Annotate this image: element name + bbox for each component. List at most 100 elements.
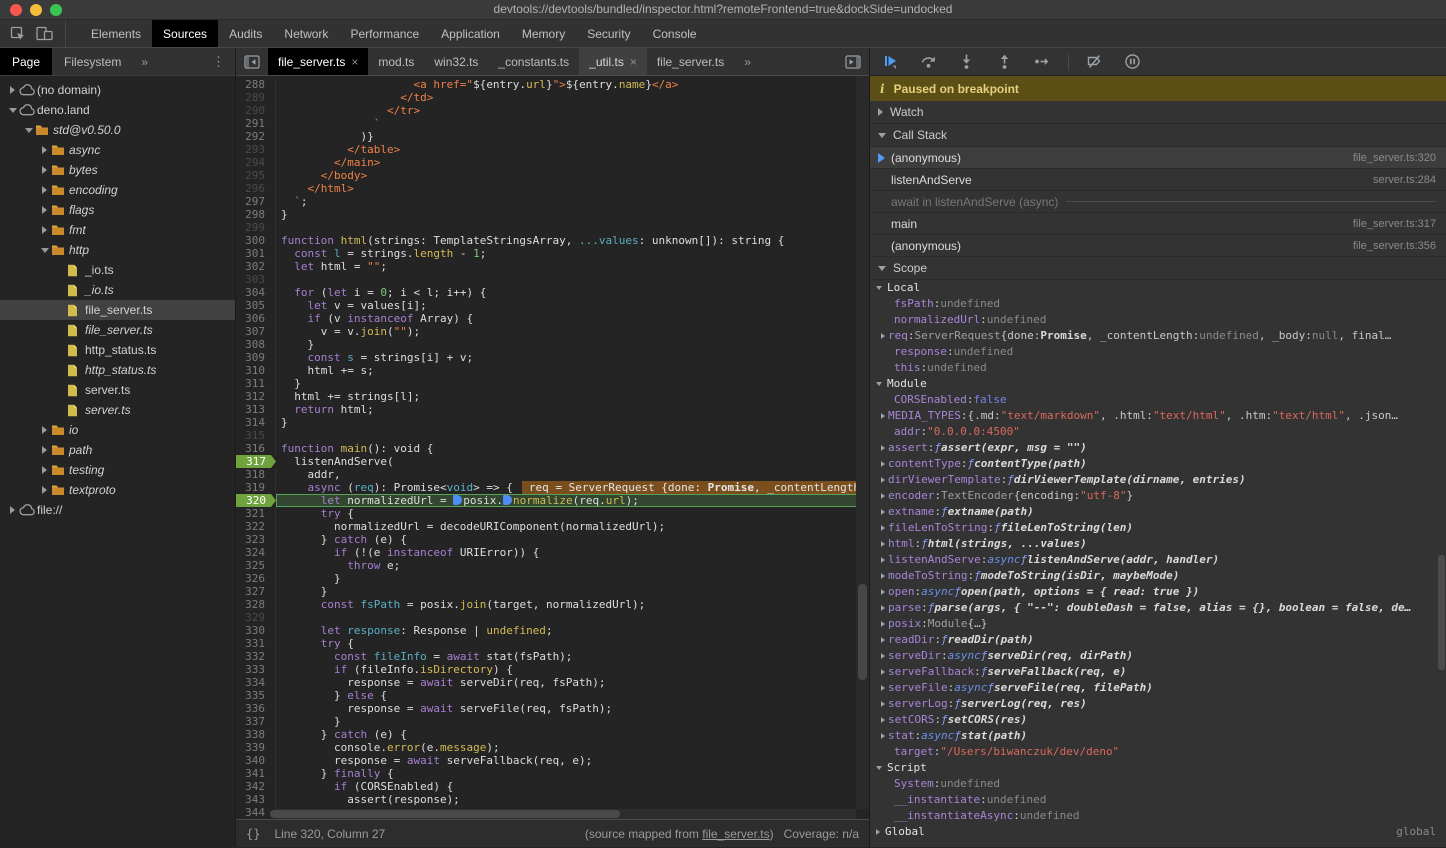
scope-var-MEDIA_TYPES[interactable]: MEDIA_TYPES: {.md: "text/markdown", .htm…	[870, 408, 1446, 424]
chevron-right-icon[interactable]	[42, 446, 47, 454]
line-number-318[interactable]: 318	[236, 468, 276, 481]
editor-vscroll-track[interactable]	[856, 76, 869, 809]
scope-var-serveDir[interactable]: serveDir: async ƒ serveDir(req, dirPath)	[870, 648, 1446, 664]
tree-item-http-status.ts[interactable]: http_status.ts	[0, 360, 235, 380]
line-text-316[interactable]: function main(): void {	[276, 442, 869, 455]
line-text-295[interactable]: </body>	[276, 169, 869, 182]
line-text-326[interactable]: }	[276, 572, 869, 585]
line-text-327[interactable]: }	[276, 585, 869, 598]
expand-icon[interactable]	[881, 669, 885, 675]
step-over-icon[interactable]	[920, 53, 937, 70]
scope-var-html[interactable]: html: ƒ html(strings, ...values)	[870, 536, 1446, 552]
step-out-icon[interactable]	[996, 53, 1013, 70]
line-number-311[interactable]: 311	[236, 377, 276, 390]
line-number-298[interactable]: 298	[236, 208, 276, 221]
tab-page[interactable]: Page	[0, 48, 52, 75]
tab-application[interactable]: Application	[430, 20, 511, 47]
line-text-331[interactable]: try {	[276, 637, 869, 650]
line-text-342[interactable]: if (CORSEnabled) {	[276, 780, 869, 793]
chevron-down-icon[interactable]	[41, 248, 49, 253]
chevron-right-icon[interactable]	[42, 486, 47, 494]
tree-item-http-status.ts[interactable]: http_status.ts	[0, 340, 235, 360]
close-tab-icon[interactable]: ×	[351, 55, 358, 69]
line-number-325[interactable]: 325	[236, 559, 276, 572]
expand-icon[interactable]	[881, 445, 885, 451]
line-number-329[interactable]: 329	[236, 611, 276, 624]
tree-item-deno.land[interactable]: deno.land	[0, 100, 235, 120]
line-text-304[interactable]: for (let i = 0; i < l; i++) {	[276, 286, 869, 299]
step-icon[interactable]	[1034, 53, 1051, 70]
breakpoint-line-number-317[interactable]: 317	[236, 455, 276, 468]
line-number-307[interactable]: 307	[236, 325, 276, 338]
line-text-335[interactable]: } else {	[276, 689, 869, 702]
line-text-296[interactable]: </html>	[276, 182, 869, 195]
tree-item-bytes[interactable]: bytes	[0, 160, 235, 180]
line-number-288[interactable]: 288	[236, 78, 276, 91]
expand-icon[interactable]	[881, 557, 885, 563]
scope-var-extname[interactable]: extname: ƒ extname(path)	[870, 504, 1446, 520]
chevron-right-icon[interactable]	[42, 426, 47, 434]
call-stack-frame-main[interactable]: mainfile_server.ts:317	[870, 213, 1446, 235]
scope-section-header[interactable]: Scope	[870, 257, 1446, 280]
line-text-329[interactable]	[276, 611, 869, 624]
tree-item--io.ts[interactable]: _io.ts	[0, 280, 235, 300]
line-text-292[interactable]: )}	[276, 130, 869, 143]
line-number-327[interactable]: 327	[236, 585, 276, 598]
line-number-301[interactable]: 301	[236, 247, 276, 260]
expand-icon[interactable]	[881, 573, 885, 579]
line-number-340[interactable]: 340	[236, 754, 276, 767]
scope-section-script[interactable]: Script	[870, 760, 1446, 776]
expand-icon[interactable]	[881, 589, 885, 595]
line-number-290[interactable]: 290	[236, 104, 276, 117]
line-text-302[interactable]: let html = "";	[276, 260, 869, 273]
chevron-right-icon[interactable]	[42, 466, 47, 474]
line-number-289[interactable]: 289	[236, 91, 276, 104]
line-text-339[interactable]: console.error(e.message);	[276, 741, 869, 754]
expand-icon[interactable]	[881, 477, 885, 483]
line-number-314[interactable]: 314	[236, 416, 276, 429]
call-stack-frame-anonymous[interactable]: (anonymous)file_server.ts:320	[870, 147, 1446, 169]
line-text-309[interactable]: const s = strings[i] + v;	[276, 351, 869, 364]
scope-var-dirViewerTemplate[interactable]: dirViewerTemplate: ƒ dirViewerTemplate(d…	[870, 472, 1446, 488]
line-text-330[interactable]: let response: Response | undefined;	[276, 624, 869, 637]
pause-on-exceptions-icon[interactable]	[1124, 53, 1141, 70]
tree-item--no-domain-[interactable]: (no domain)	[0, 80, 235, 100]
tree-item-io[interactable]: io	[0, 420, 235, 440]
line-text-308[interactable]: }	[276, 338, 869, 351]
navigator-menu-icon[interactable]: ⋮	[202, 48, 235, 75]
line-text-311[interactable]: }	[276, 377, 869, 390]
line-number-324[interactable]: 324	[236, 546, 276, 559]
tree-item-file-server.ts[interactable]: file_server.ts	[0, 320, 235, 340]
expand-icon[interactable]	[881, 717, 885, 723]
expand-icon[interactable]	[881, 509, 885, 515]
source-map-link[interactable]: file_server.ts	[702, 827, 769, 841]
scope-var-serveFallback[interactable]: serveFallback: ƒ serveFallback(req, e)	[870, 664, 1446, 680]
line-number-305[interactable]: 305	[236, 299, 276, 312]
tab-sources[interactable]: Sources	[152, 20, 218, 47]
line-number-337[interactable]: 337	[236, 715, 276, 728]
line-text-312[interactable]: html += strings[l];	[276, 390, 869, 403]
line-number-328[interactable]: 328	[236, 598, 276, 611]
line-number-341[interactable]: 341	[236, 767, 276, 780]
tab-elements[interactable]: Elements	[80, 20, 152, 47]
tab-console[interactable]: Console	[642, 20, 708, 47]
line-text-320[interactable]: let normalizedUrl = posix.normalize(req.…	[276, 494, 869, 507]
expand-icon[interactable]	[881, 605, 885, 611]
resume-icon[interactable]	[882, 53, 899, 70]
tree-item-path[interactable]: path	[0, 440, 235, 460]
line-number-308[interactable]: 308	[236, 338, 276, 351]
line-number-338[interactable]: 338	[236, 728, 276, 741]
chevron-right-icon[interactable]	[42, 226, 47, 234]
tree-item-file-[interactable]: file://	[0, 500, 235, 520]
line-text-343[interactable]: assert(response);	[276, 793, 869, 806]
line-number-343[interactable]: 343	[236, 793, 276, 806]
line-text-321[interactable]: try {	[276, 507, 869, 520]
expand-icon[interactable]	[881, 733, 885, 739]
line-text-306[interactable]: if (v instanceof Array) {	[276, 312, 869, 325]
watch-section-header[interactable]: Watch	[870, 101, 1446, 124]
step-into-icon[interactable]	[958, 53, 975, 70]
line-number-294[interactable]: 294	[236, 156, 276, 169]
pretty-print-icon[interactable]: {}	[246, 827, 260, 841]
chevron-down-icon[interactable]	[25, 128, 33, 133]
inspect-element-icon[interactable]	[10, 26, 26, 42]
